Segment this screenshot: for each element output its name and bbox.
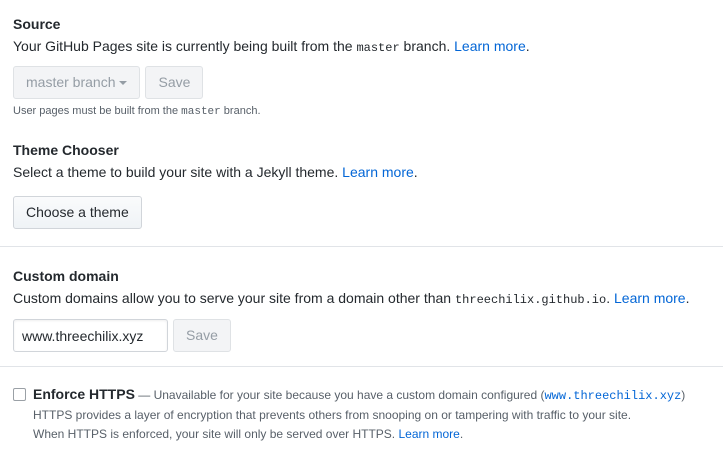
custom-domain-save-button[interactable]: Save xyxy=(173,319,231,352)
custom-domain-learn-more-link[interactable]: Learn more xyxy=(614,290,686,306)
enforce-https-line1: Enforce HTTPS — Unavailable for your sit… xyxy=(33,386,686,403)
source-learn-more-link[interactable]: Learn more xyxy=(454,38,526,54)
theme-heading: Theme Chooser xyxy=(13,142,119,158)
enforce-https-checkbox[interactable] xyxy=(13,388,26,401)
source-note: User pages must be built from the master… xyxy=(13,105,261,118)
enforce-https-title: Enforce HTTPS xyxy=(33,386,135,402)
enforce-https-line3: When HTTPS is enforced, your site will o… xyxy=(33,427,464,441)
source-heading: Source xyxy=(13,16,61,32)
source-controls: master branch Save xyxy=(13,66,723,99)
theme-learn-more-link[interactable]: Learn more xyxy=(342,164,414,180)
choose-theme-button[interactable]: Choose a theme xyxy=(13,196,142,229)
theme-controls: Choose a theme xyxy=(13,196,723,229)
custom-domain-link[interactable]: www.threechilix.xyz xyxy=(544,389,681,403)
custom-domain-heading: Custom domain xyxy=(13,268,119,284)
section-divider xyxy=(0,366,723,367)
custom-domain-description: Custom domains allow you to serve your s… xyxy=(13,290,690,307)
https-learn-more-link[interactable]: Learn more xyxy=(398,427,459,441)
enforce-https-line2: HTTPS provides a layer of encryption tha… xyxy=(33,408,632,422)
section-divider xyxy=(0,246,723,247)
enforce-https-block: Enforce HTTPS — Unavailable for your sit… xyxy=(33,385,723,444)
custom-domain-input[interactable] xyxy=(13,319,168,352)
source-description: Your GitHub Pages site is currently bein… xyxy=(13,38,530,55)
custom-domain-section: Custom domain Custom domains allow you t… xyxy=(13,267,723,352)
source-save-button[interactable]: Save xyxy=(145,66,204,99)
theme-description: Select a theme to build your site with a… xyxy=(13,164,418,180)
chevron-down-icon xyxy=(119,81,128,86)
custom-domain-controls: Save xyxy=(13,319,723,352)
branch-select-button[interactable]: master branch xyxy=(13,66,141,99)
source-section: Source Your GitHub Pages site is current… xyxy=(13,15,723,119)
theme-section: Theme Chooser Select a theme to build yo… xyxy=(13,141,723,229)
